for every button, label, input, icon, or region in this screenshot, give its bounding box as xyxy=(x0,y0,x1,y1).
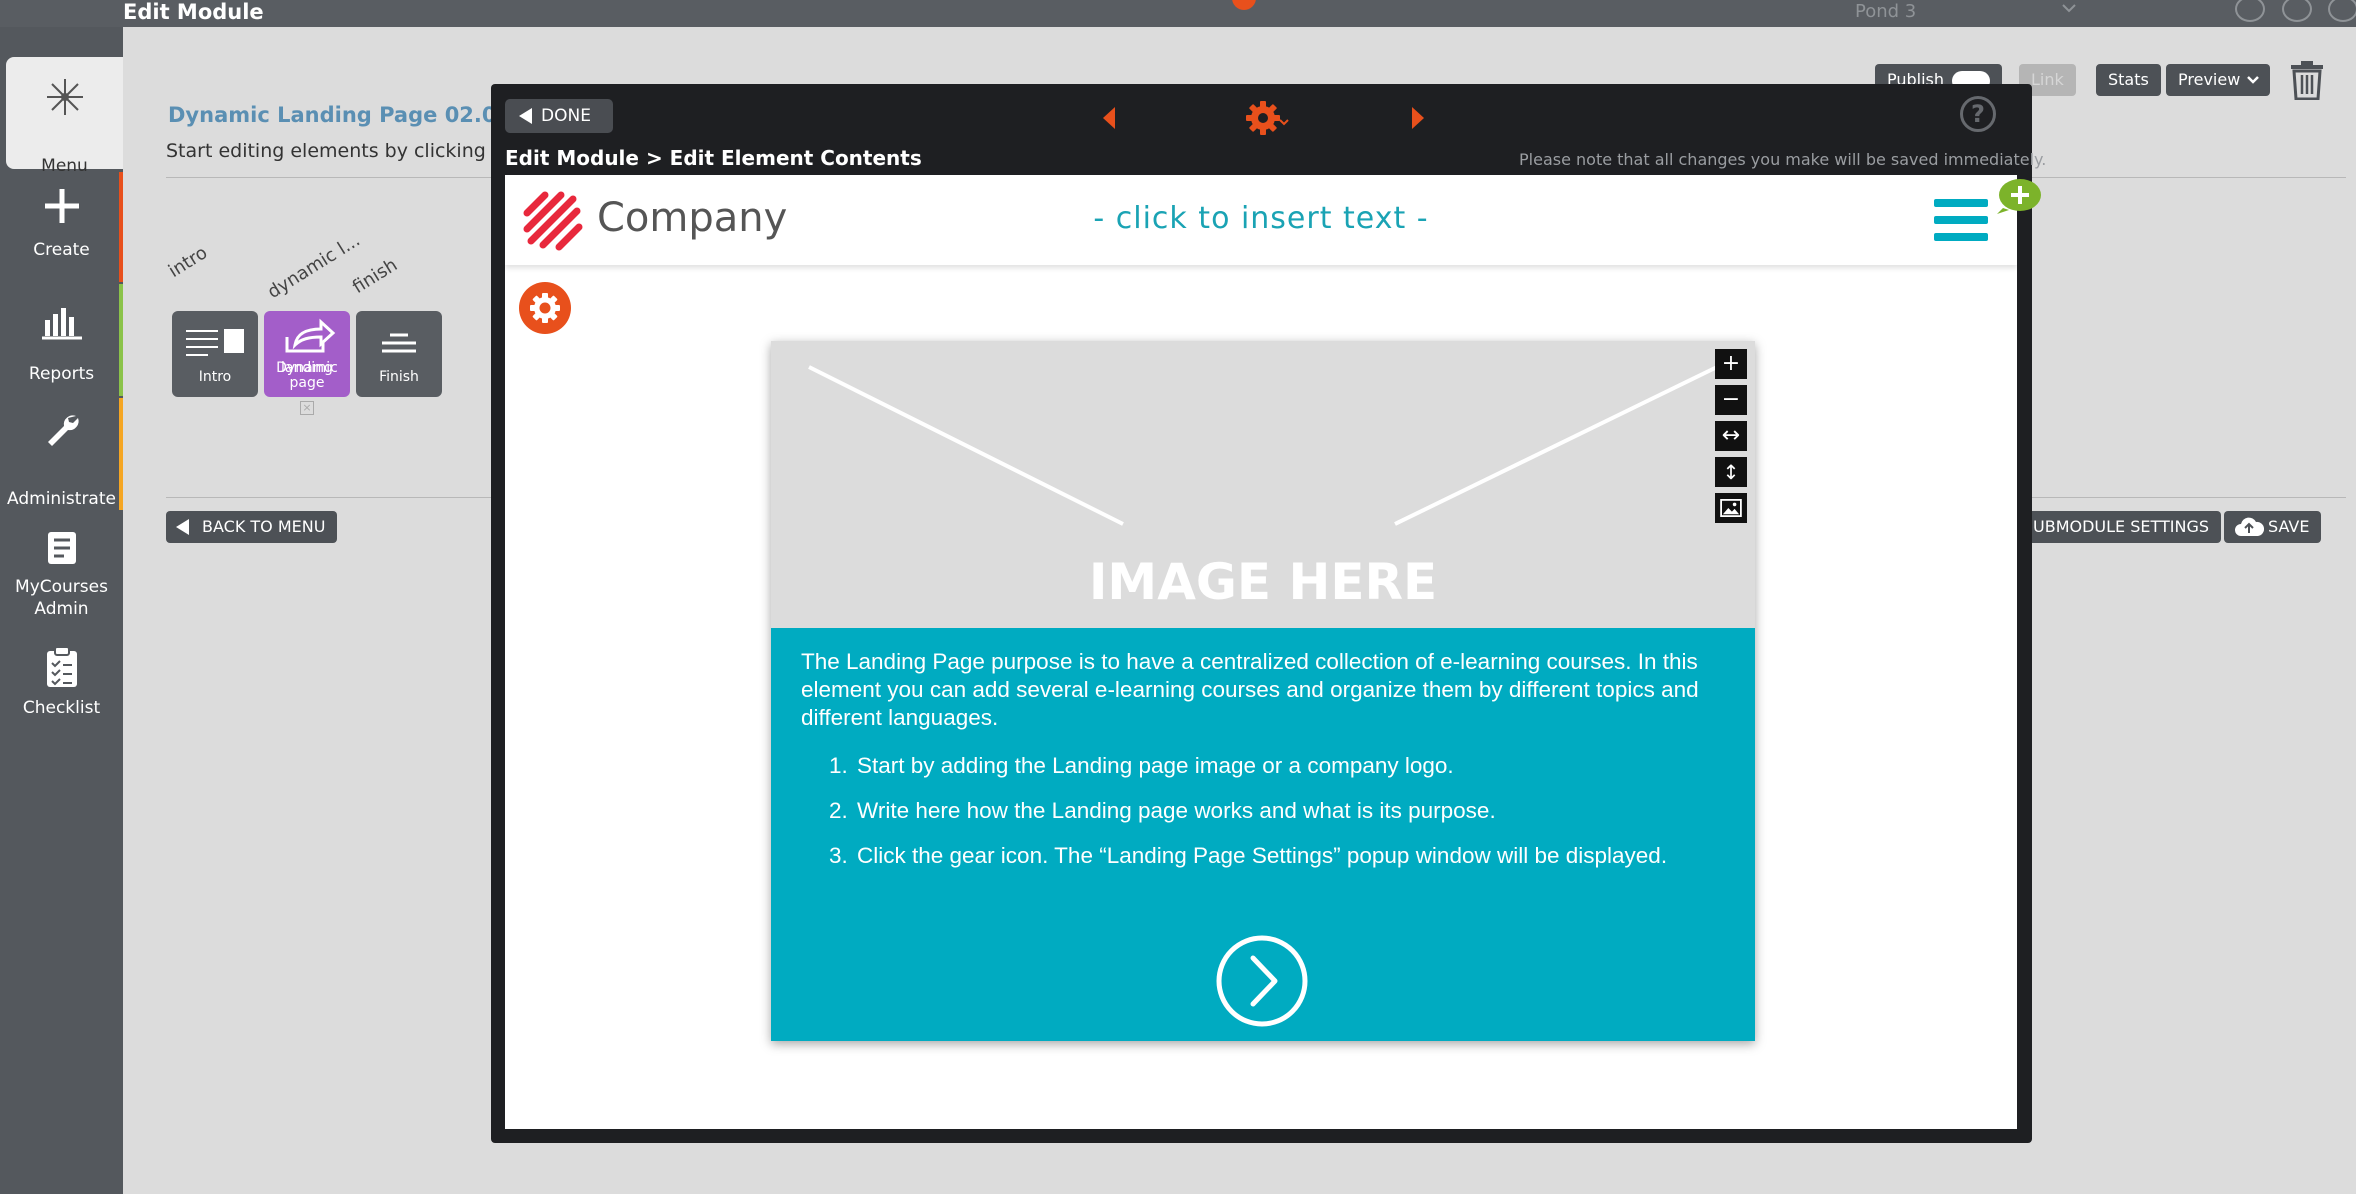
trash-icon[interactable] xyxy=(2289,60,2325,100)
sidebar-item-administrate[interactable]: Administrate xyxy=(0,398,123,510)
steps-list: 1. Start by adding the Landing page image… xyxy=(829,752,1689,887)
gear-icon[interactable] xyxy=(1245,98,1291,138)
courses-icon xyxy=(47,532,76,564)
stats-label: Stats xyxy=(2108,70,2149,89)
plus-icon xyxy=(44,189,79,223)
list-item: 1. Start by adding the Landing page image… xyxy=(829,752,1689,780)
sidebar-item-reports[interactable]: Reports xyxy=(0,284,123,396)
back-to-menu-button[interactable]: BACK TO MENU xyxy=(166,511,338,543)
tile-dynamic-landing-page[interactable]: Dynamic landing page xyxy=(264,311,350,397)
list-item: 3. Click the gear icon. The “Landing Page… xyxy=(829,842,1689,870)
text-layout-icon xyxy=(186,329,244,356)
tile-label: Intro xyxy=(198,369,232,385)
next-arrow-icon[interactable] xyxy=(1215,934,1309,1028)
chevron-down-icon[interactable] xyxy=(2060,0,2078,18)
preview-button[interactable]: Preview xyxy=(2166,64,2271,96)
step-text[interactable]: Start by adding the Landing page image o… xyxy=(857,753,1454,778)
back-arrow-icon xyxy=(519,108,532,124)
back-to-menu-label: BACK TO MENU xyxy=(202,517,326,536)
back-arrow-icon xyxy=(176,519,189,535)
chevron-down-icon xyxy=(2247,76,2260,84)
list-item: 2. Write here how the Landing page works … xyxy=(829,797,1689,825)
done-button[interactable]: DONE xyxy=(505,99,613,133)
change-image-icon[interactable] xyxy=(1715,493,1747,523)
edit-element-modal: DONE ? Edit Module > Edit Element Conten… xyxy=(491,84,2046,1143)
timeline-label: dynamic l... xyxy=(263,229,364,303)
share-icon xyxy=(285,318,336,353)
step-number: 1. xyxy=(829,753,848,778)
tile-intro[interactable]: Intro xyxy=(172,311,258,397)
top-bar: Edit Module Pond 3 xyxy=(0,0,2356,27)
timeline-label: intro xyxy=(164,242,212,282)
sidebar-item-label: Checklist xyxy=(22,698,101,718)
close-icon[interactable]: × xyxy=(300,401,314,415)
submodule-settings-label: UBMODULE SETTINGS xyxy=(2033,517,2209,536)
sidebar-item-label-2: Admin xyxy=(34,599,89,619)
sidebar-item-menu[interactable]: Menu xyxy=(6,57,123,176)
sidebar: Menu Create Reports Administrate MyCours… xyxy=(0,27,123,1194)
sidebar-item-label: Reports xyxy=(28,364,95,384)
finish-icon xyxy=(382,333,416,353)
tile-finish[interactable]: Finish xyxy=(356,311,442,397)
next-element-arrow-icon[interactable] xyxy=(1412,107,1424,129)
tile-label: Finish xyxy=(379,369,419,385)
save-button[interactable]: SAVE xyxy=(2224,511,2322,543)
intro-paragraph[interactable]: The Landing Page purpose is to have a ce… xyxy=(801,648,1731,732)
wrench-icon xyxy=(47,415,79,446)
page-subtitle: Start editing elements by clicking on c xyxy=(166,140,533,162)
sidebar-item-create[interactable]: Create xyxy=(0,172,123,282)
step-text[interactable]: Click the gear icon. The “Landing Page S… xyxy=(857,843,1667,868)
gear-icon[interactable] xyxy=(1228,0,1268,18)
submodule-settings-button[interactable]: UBMODULE SETTINGS xyxy=(2021,511,2221,543)
image-placeholder[interactable]: IMAGE HERE + − ↔ ↕ xyxy=(771,341,1755,628)
help-icon[interactable]: ? xyxy=(1960,96,1996,132)
fit-width-icon[interactable]: ↔ xyxy=(1715,421,1747,451)
element-canvas: Company - click to insert text - IMAGE H… xyxy=(505,175,2017,1129)
sidebar-item-label: MyCourses xyxy=(15,577,108,597)
zoom-out-icon[interactable]: − xyxy=(1715,385,1747,415)
bell-icon[interactable] xyxy=(2235,0,2265,22)
fit-height-icon[interactable]: ↕ xyxy=(1715,457,1747,487)
timeline-label: finish xyxy=(348,254,402,298)
breadcrumb: Edit Module > Edit Element Contents xyxy=(505,146,922,170)
clipboard-icon xyxy=(46,646,77,687)
user-icon[interactable] xyxy=(2328,0,2356,22)
page-header: Company - click to insert text - xyxy=(505,175,2017,265)
image-toolbar: + − ↔ ↕ xyxy=(1715,349,1747,529)
save-label: SAVE xyxy=(2268,517,2310,536)
card-body[interactable]: The Landing Page purpose is to have a ce… xyxy=(771,628,1755,1041)
cloud-upload-icon xyxy=(2235,517,2264,536)
settings-gear-icon[interactable] xyxy=(519,282,571,334)
autosave-notice: Please note that all changes you make wi… xyxy=(1519,150,2047,169)
add-element-icon[interactable] xyxy=(1995,178,2041,214)
zoom-in-icon[interactable]: + xyxy=(1715,349,1747,379)
snowflake-icon xyxy=(46,79,83,115)
stats-button[interactable]: Stats xyxy=(2096,64,2161,96)
image-placeholder-text: IMAGE HERE xyxy=(1088,553,1438,611)
landing-card: IMAGE HERE + − ↔ ↕ The Landing Page purp… xyxy=(771,341,1755,1041)
bar-chart-icon xyxy=(41,308,82,340)
sidebar-item-mycourses-admin[interactable]: MyCourses Admin xyxy=(0,512,123,627)
sidebar-item-label: Create xyxy=(33,240,90,260)
tile-label-2: landing page xyxy=(281,360,333,391)
preview-label: Preview xyxy=(2178,70,2241,89)
insert-text-placeholder[interactable]: - click to insert text - xyxy=(505,201,2017,236)
step-text[interactable]: Write here how the Landing page works an… xyxy=(857,798,1496,823)
step-number: 2. xyxy=(829,798,848,823)
project-selector[interactable]: Pond 3 xyxy=(1855,1,1916,22)
step-number: 3. xyxy=(829,843,848,868)
previous-element-arrow-icon[interactable] xyxy=(1103,107,1115,129)
hamburger-menu-icon[interactable] xyxy=(1934,197,1988,243)
link-label: Link xyxy=(2031,70,2064,89)
help-icon[interactable] xyxy=(2282,0,2312,22)
sidebar-item-label: Administrate xyxy=(7,489,116,509)
sidebar-item-checklist[interactable]: Checklist xyxy=(0,629,123,741)
done-label: DONE xyxy=(541,106,591,126)
app-title: Edit Module xyxy=(123,0,264,24)
